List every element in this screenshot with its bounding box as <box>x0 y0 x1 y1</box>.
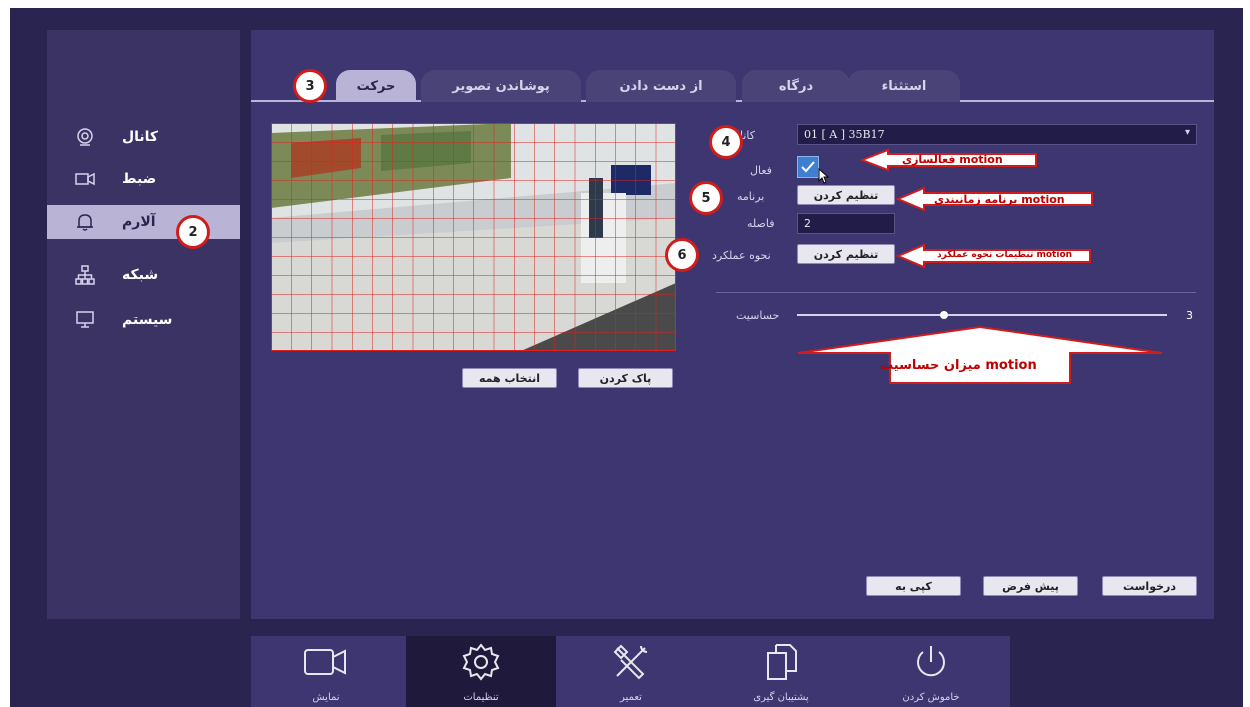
sidebar-item-system[interactable]: سیستم <box>47 303 240 337</box>
channel-value: 01 [ A ] 35B17 <box>804 128 885 141</box>
copy-icon <box>767 644 797 680</box>
camera-icon <box>77 128 93 146</box>
marker-5: 5 <box>689 181 723 215</box>
tab-motion[interactable]: حرکت <box>336 70 416 102</box>
tab-exception[interactable]: استثناء <box>848 70 960 102</box>
check-icon <box>801 161 815 173</box>
bottom-item-maintenance[interactable]: تعمیر <box>556 636 706 707</box>
sidebar-item-label: ضبط <box>122 171 157 187</box>
sidebar-item-alarm[interactable]: آلارم <box>47 205 240 239</box>
camera-preview-image <box>271 123 676 351</box>
sidebar-item-channel[interactable]: کانال <box>47 120 240 154</box>
mouse-cursor-icon <box>818 168 830 184</box>
monitor-icon <box>76 311 94 328</box>
bottom-item-settings[interactable]: تنظیمات <box>406 636 556 707</box>
video-record-icon <box>75 172 95 186</box>
bottom-bar: نمایش تنظیمات تعمیر پشتیبان گیری خاموش ک… <box>251 636 1010 707</box>
tab-video-loss[interactable]: از دست دادن <box>586 70 736 102</box>
sensitivity-value: 3 <box>1186 309 1193 322</box>
sensitivity-slider[interactable] <box>797 311 1167 319</box>
callout-schedule: برنامه زمانبندی motion <box>934 193 1065 206</box>
sidebar-item-record[interactable]: ضبط <box>47 162 240 196</box>
action-setup-button[interactable]: تنظیم کردن <box>797 244 895 264</box>
sidebar: کانال ضبط آلارم شبکه سیستم <box>47 30 240 619</box>
clear-grid-button[interactable]: پاک کردن <box>578 368 673 388</box>
bottom-item-backup[interactable]: پشتیبان گیری <box>706 636 856 707</box>
motion-grid-preview[interactable] <box>271 123 676 351</box>
tab-video-masking[interactable]: پوشاندن تصویر <box>421 70 581 102</box>
marker-6: 6 <box>665 238 699 272</box>
sidebar-item-label: شبکه <box>122 267 159 283</box>
marker-3: 3 <box>293 69 327 103</box>
copy-to-button[interactable]: کپی به <box>866 576 961 596</box>
select-all-button[interactable]: انتخاب همه <box>462 368 557 388</box>
camera-view-icon <box>304 649 346 675</box>
divider <box>716 292 1196 293</box>
bottom-item-shutdown[interactable]: خاموش کردن <box>856 636 1006 707</box>
slider-handle[interactable] <box>940 311 948 319</box>
tab-port[interactable]: درگاه <box>742 70 850 102</box>
marker-4: 4 <box>709 125 743 159</box>
sidebar-item-label: آلارم <box>122 214 156 230</box>
callout-arrow-sensitivity <box>797 325 1163 384</box>
chevron-down-icon: ▾ <box>1184 127 1190 138</box>
bottom-item-display[interactable]: نمایش <box>251 636 401 707</box>
sensitivity-label: حساسیت <box>736 309 780 322</box>
power-icon <box>917 646 945 677</box>
callout-action: تنظیمات نحوه عملکرد motion <box>937 250 1073 260</box>
schedule-label: برنامه <box>737 190 765 203</box>
callout-enable: فعالسازی motion <box>902 153 1003 166</box>
tools-icon <box>613 644 648 680</box>
marker-2: 2 <box>176 215 210 249</box>
enable-label: فعال <box>750 164 772 177</box>
interval-label: فاصله <box>747 217 775 230</box>
schedule-setup-button[interactable]: تنظیم کردن <box>797 185 895 205</box>
enable-checkbox[interactable] <box>797 156 819 178</box>
default-button[interactable]: پیش فرض <box>983 576 1078 596</box>
sidebar-item-label: کانال <box>122 129 159 145</box>
interval-input[interactable]: 2 <box>797 213 895 234</box>
callout-sensitivity: میزان حساسیت motion <box>880 358 1037 373</box>
apply-button[interactable]: درخواست <box>1102 576 1197 596</box>
action-label: نحوه عملکرد <box>712 249 771 262</box>
channel-select[interactable]: 01 [ A ] 35B17 ▾ <box>797 124 1197 145</box>
sidebar-item-label: سیستم <box>122 312 173 328</box>
gear-icon <box>462 643 500 681</box>
sidebar-item-network[interactable]: شبکه <box>47 258 240 292</box>
network-icon <box>75 265 95 285</box>
bell-icon <box>77 214 93 231</box>
